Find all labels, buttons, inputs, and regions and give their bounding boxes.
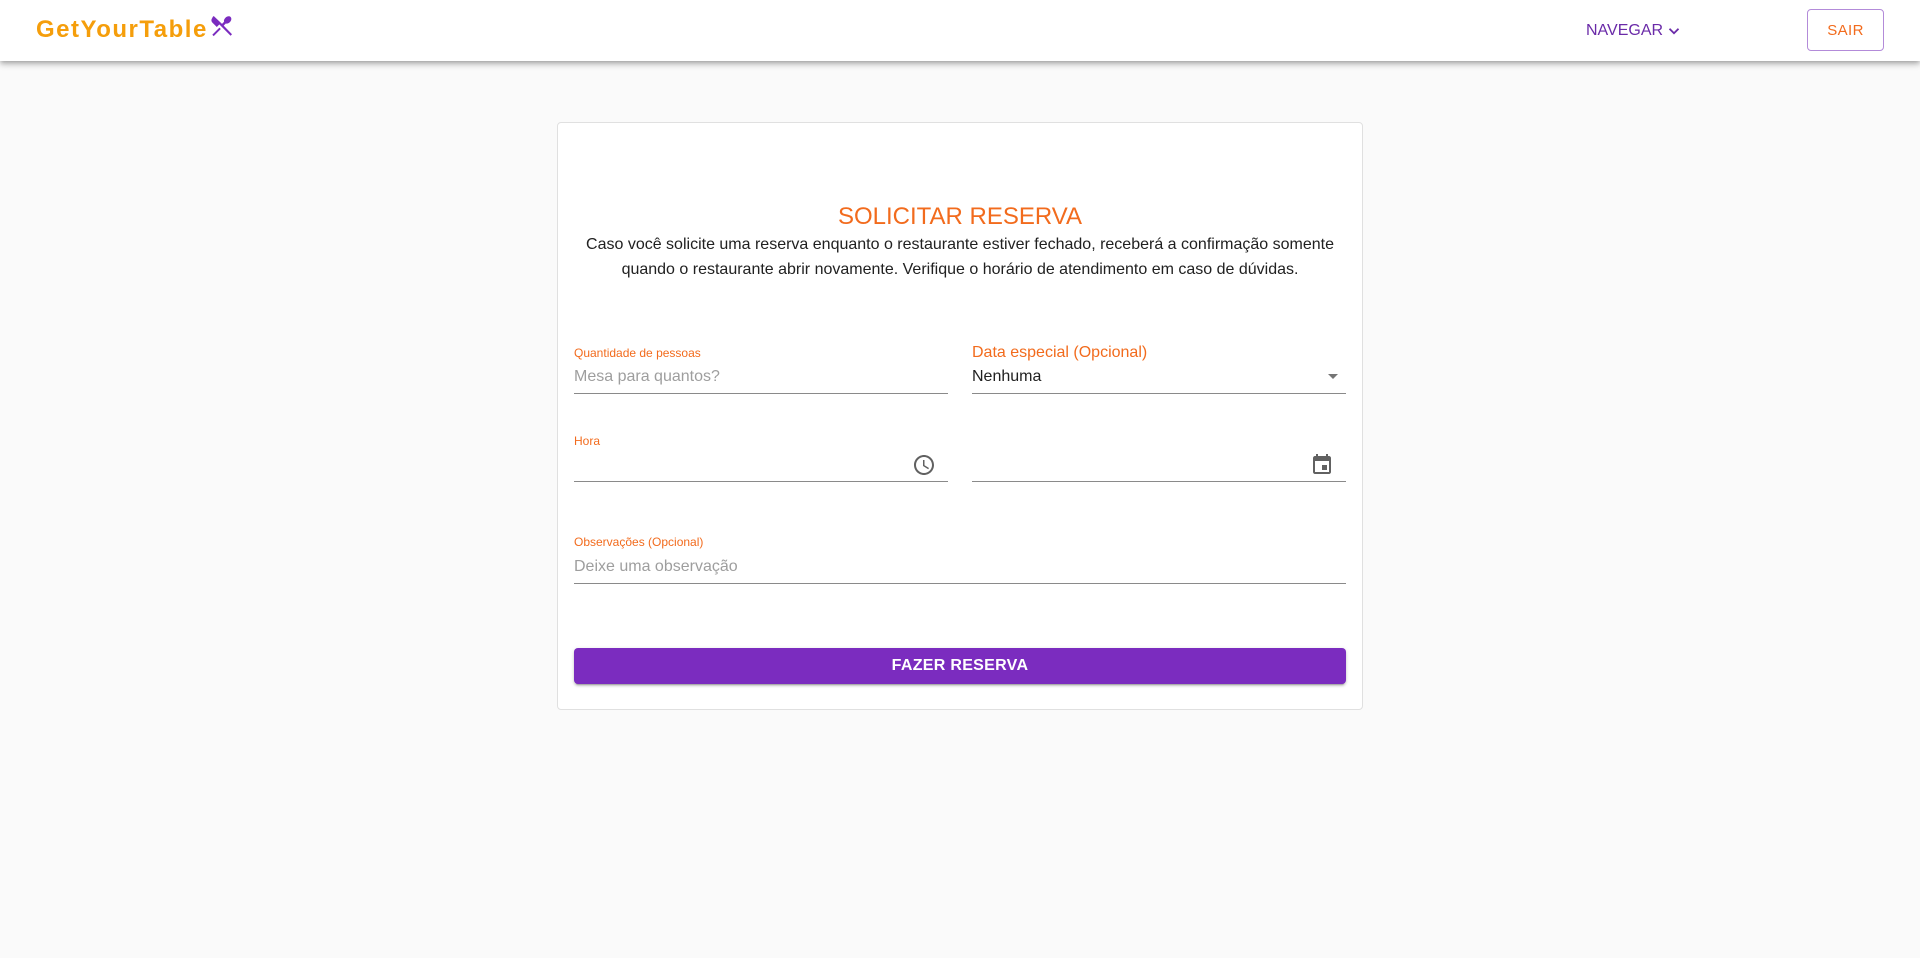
clock-icon[interactable] — [912, 453, 936, 477]
special-date-select[interactable]: Data especial (Opcional) Nenhuma — [972, 344, 1346, 394]
field-underline — [574, 393, 948, 394]
chevron-down-icon — [1668, 28, 1680, 35]
fork-knife-crossed-icon — [211, 16, 232, 37]
date-field[interactable] — [972, 434, 1346, 482]
make-reservation-button[interactable]: FAZER RESERVA — [574, 648, 1346, 684]
brand-name: GetYourTable — [36, 16, 208, 43]
people-count-input[interactable]: Mesa para quantos? — [574, 368, 720, 386]
time-label: Hora — [574, 434, 601, 448]
time-field[interactable]: Hora — [574, 434, 948, 482]
navigate-menu-button[interactable]: NAVEGAR — [1586, 18, 1683, 44]
navigate-menu-label: NAVEGAR — [1586, 22, 1664, 39]
people-count-label: Quantidade de pessoas — [574, 346, 701, 360]
notes-label: Observações (Opcional) — [574, 535, 704, 549]
special-date-label: Data especial (Opcional) — [972, 344, 1148, 361]
logout-button[interactable]: SAIR — [1807, 9, 1884, 51]
brand-logo[interactable]: GetYourTable — [36, 15, 234, 45]
field-underline — [574, 481, 948, 482]
page-title: SOLICITAR RESERVA — [837, 203, 1083, 230]
closed-restaurant-notice: Caso você solicite uma reserva enquanto … — [586, 236, 1334, 278]
calendar-icon[interactable] — [1310, 453, 1334, 477]
dropdown-arrow-icon[interactable] — [1328, 374, 1338, 379]
app-bar: GetYourTable NAVEGAR SAIR — [0, 0, 1920, 61]
notes-field[interactable]: Observações (Opcional) Deixe uma observa… — [574, 535, 1346, 584]
notes-input[interactable]: Deixe uma observação — [574, 558, 738, 576]
people-count-field[interactable]: Quantidade de pessoas Mesa para quantos? — [574, 346, 948, 394]
field-underline — [574, 583, 1346, 584]
field-underline — [972, 481, 1346, 482]
special-date-value: Nenhuma — [972, 368, 1042, 385]
field-underline — [972, 393, 1346, 394]
